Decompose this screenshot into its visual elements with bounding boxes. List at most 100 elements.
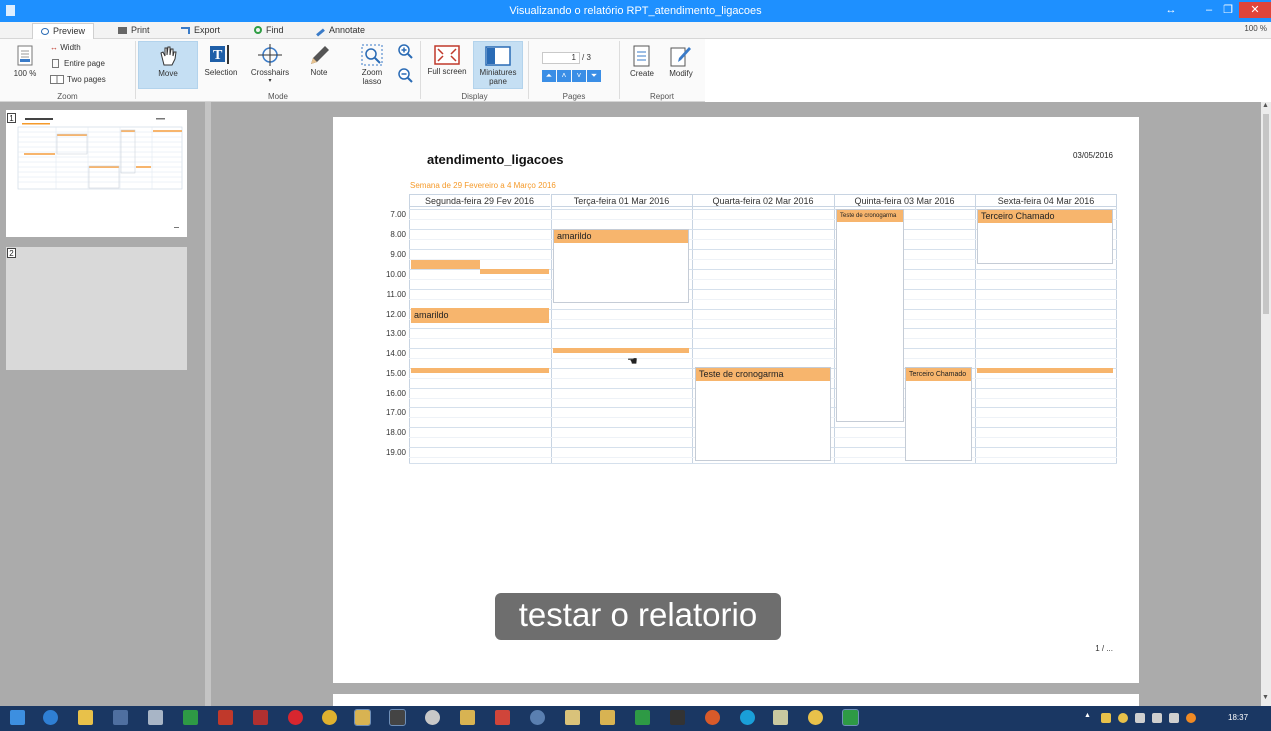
- prev-page-icon[interactable]: ˄: [557, 70, 571, 82]
- event-terceiro-friday[interactable]: Terceiro Chamado: [977, 209, 1113, 264]
- tab-export[interactable]: Export: [173, 23, 228, 39]
- tray-expand-icon[interactable]: ▲: [1084, 712, 1092, 727]
- hand-cursor-icon: ☚: [627, 354, 638, 368]
- close-button[interactable]: ✕: [1239, 2, 1271, 18]
- event-strip[interactable]: [977, 368, 1113, 373]
- move-button[interactable]: Move: [138, 41, 198, 89]
- pdf-reader-icon[interactable]: [253, 710, 268, 725]
- app-icon[interactable]: [530, 710, 545, 725]
- tray-icon[interactable]: [1186, 713, 1196, 723]
- next-page-icon[interactable]: ˅: [572, 70, 586, 82]
- svg-text:T: T: [213, 48, 223, 63]
- column-line: [551, 194, 552, 464]
- create-button[interactable]: Create: [624, 45, 660, 78]
- app-icon[interactable]: [808, 710, 823, 725]
- page-thumbnail-1[interactable]: [6, 110, 187, 237]
- event-teste-wednesday[interactable]: Teste de cronogarma: [695, 367, 831, 461]
- scroll-down-icon[interactable]: ▼: [1262, 694, 1269, 701]
- report-title: atendimento_ligacoes: [427, 152, 564, 167]
- terminal-icon[interactable]: [670, 710, 685, 725]
- day-header: Sexta-feira 04 Mar 2016: [975, 194, 1117, 207]
- firefox-icon[interactable]: [705, 710, 720, 725]
- first-page-icon[interactable]: ⏶: [542, 70, 556, 82]
- skype-icon[interactable]: [740, 710, 755, 725]
- volume-icon[interactable]: [1135, 713, 1145, 723]
- hour-label: 19.00: [385, 448, 406, 457]
- app-icon[interactable]: [495, 710, 510, 725]
- hour-label: 14.00: [385, 349, 406, 358]
- spreadsheet-icon[interactable]: [183, 710, 198, 725]
- app-icon[interactable]: [842, 709, 859, 726]
- modify-button[interactable]: Modify: [664, 45, 698, 78]
- event-strip[interactable]: [411, 260, 480, 269]
- folder-icon[interactable]: [565, 710, 580, 725]
- crosshairs-button[interactable]: Crosshairs ▾: [244, 44, 296, 86]
- network-icon[interactable]: [113, 710, 128, 725]
- zoom-two-pages-button[interactable]: Two pages: [50, 75, 106, 84]
- tab-annotate[interactable]: Annotate: [308, 23, 373, 39]
- width-arrows-icon: ↔: [50, 43, 58, 52]
- last-page-icon[interactable]: ⏷: [587, 70, 601, 82]
- file-explorer-icon[interactable]: [78, 710, 93, 725]
- app-icon[interactable]: [635, 710, 650, 725]
- filezilla-icon[interactable]: [218, 710, 233, 725]
- app-icon[interactable]: [425, 710, 440, 725]
- half-hour-line: [409, 338, 1117, 339]
- full-screen-button[interactable]: Full screen: [424, 45, 470, 76]
- event-strip[interactable]: [411, 368, 549, 373]
- thumbnail-number-1: 1: [7, 113, 16, 123]
- event-amarildo-monday[interactable]: amarildo: [411, 308, 549, 323]
- internet-explorer-icon[interactable]: [43, 710, 58, 725]
- app-icon[interactable]: [460, 710, 475, 725]
- note-button[interactable]: Note: [303, 44, 335, 77]
- miniatures-pane-icon: [485, 46, 511, 66]
- maximize-button[interactable]: ❐: [1215, 2, 1241, 18]
- app-icon[interactable]: [600, 710, 615, 725]
- start-icon[interactable]: [10, 710, 25, 725]
- title-bar: Visualizando o relatório RPT_atendimento…: [0, 0, 1271, 22]
- hour-line: [409, 289, 1117, 290]
- vertical-scrollbar[interactable]: ▲ ▼: [1261, 102, 1271, 706]
- tab-find-label: Find: [266, 25, 284, 35]
- opera-icon[interactable]: [288, 710, 303, 725]
- miniatures-pane-button[interactable]: Miniatures pane: [473, 41, 523, 89]
- flag-icon[interactable]: [1169, 713, 1179, 723]
- selection-label: Selection: [204, 68, 238, 77]
- tray-icon[interactable]: [1101, 713, 1111, 723]
- network-tray-icon[interactable]: [1152, 713, 1162, 723]
- tab-print[interactable]: Print: [110, 23, 158, 39]
- zoom-width-button[interactable]: ↔ Width: [50, 43, 81, 52]
- zoom-out-button[interactable]: [396, 67, 414, 85]
- event-teste-thursday[interactable]: Teste de cronogarma: [836, 209, 904, 422]
- crosshairs-dropdown-icon[interactable]: ▾: [244, 77, 296, 86]
- clock[interactable]: 18:37: [1228, 713, 1248, 722]
- resize-arrows-icon[interactable]: ↔: [1158, 2, 1184, 18]
- tray-icon[interactable]: [1118, 713, 1128, 723]
- tab-find[interactable]: Find: [246, 23, 292, 39]
- scroll-up-icon[interactable]: ▲: [1262, 102, 1269, 109]
- scrollbar-thumb[interactable]: [1263, 114, 1269, 314]
- event-strip[interactable]: [480, 269, 549, 274]
- event-terceiro-thursday[interactable]: Terceiro Chamado: [905, 367, 972, 461]
- app-icon[interactable]: [354, 709, 371, 726]
- chrome-icon[interactable]: [322, 710, 337, 725]
- zoom-100-button[interactable]: 100 %: [8, 45, 42, 78]
- taskbar: ▲ 18:37: [0, 706, 1271, 731]
- ribbon: 100 % ↔ Width Entire page Two pages Zoom…: [0, 39, 705, 102]
- document-icon[interactable]: [148, 710, 163, 725]
- zoom-entire-page-button[interactable]: Entire page: [52, 59, 105, 68]
- event-amarildo-tuesday[interactable]: amarildo: [553, 229, 689, 303]
- app-icon[interactable]: [389, 709, 406, 726]
- event-strip[interactable]: [553, 348, 689, 353]
- page-icon: [52, 59, 59, 68]
- selection-button[interactable]: T Selection: [201, 44, 241, 77]
- page-thumbnail-preview: [17, 118, 183, 228]
- hour-label: 10.00: [385, 270, 406, 279]
- zoom-in-button[interactable]: [396, 43, 414, 61]
- create-label: Create: [629, 69, 654, 78]
- app-icon[interactable]: [773, 710, 788, 725]
- zoom-lasso-button[interactable]: Zoom lasso: [355, 44, 389, 86]
- page-thumbnail-2[interactable]: [6, 247, 187, 370]
- tab-preview[interactable]: Preview: [32, 23, 95, 39]
- page-number-input[interactable]: 1: [542, 52, 580, 64]
